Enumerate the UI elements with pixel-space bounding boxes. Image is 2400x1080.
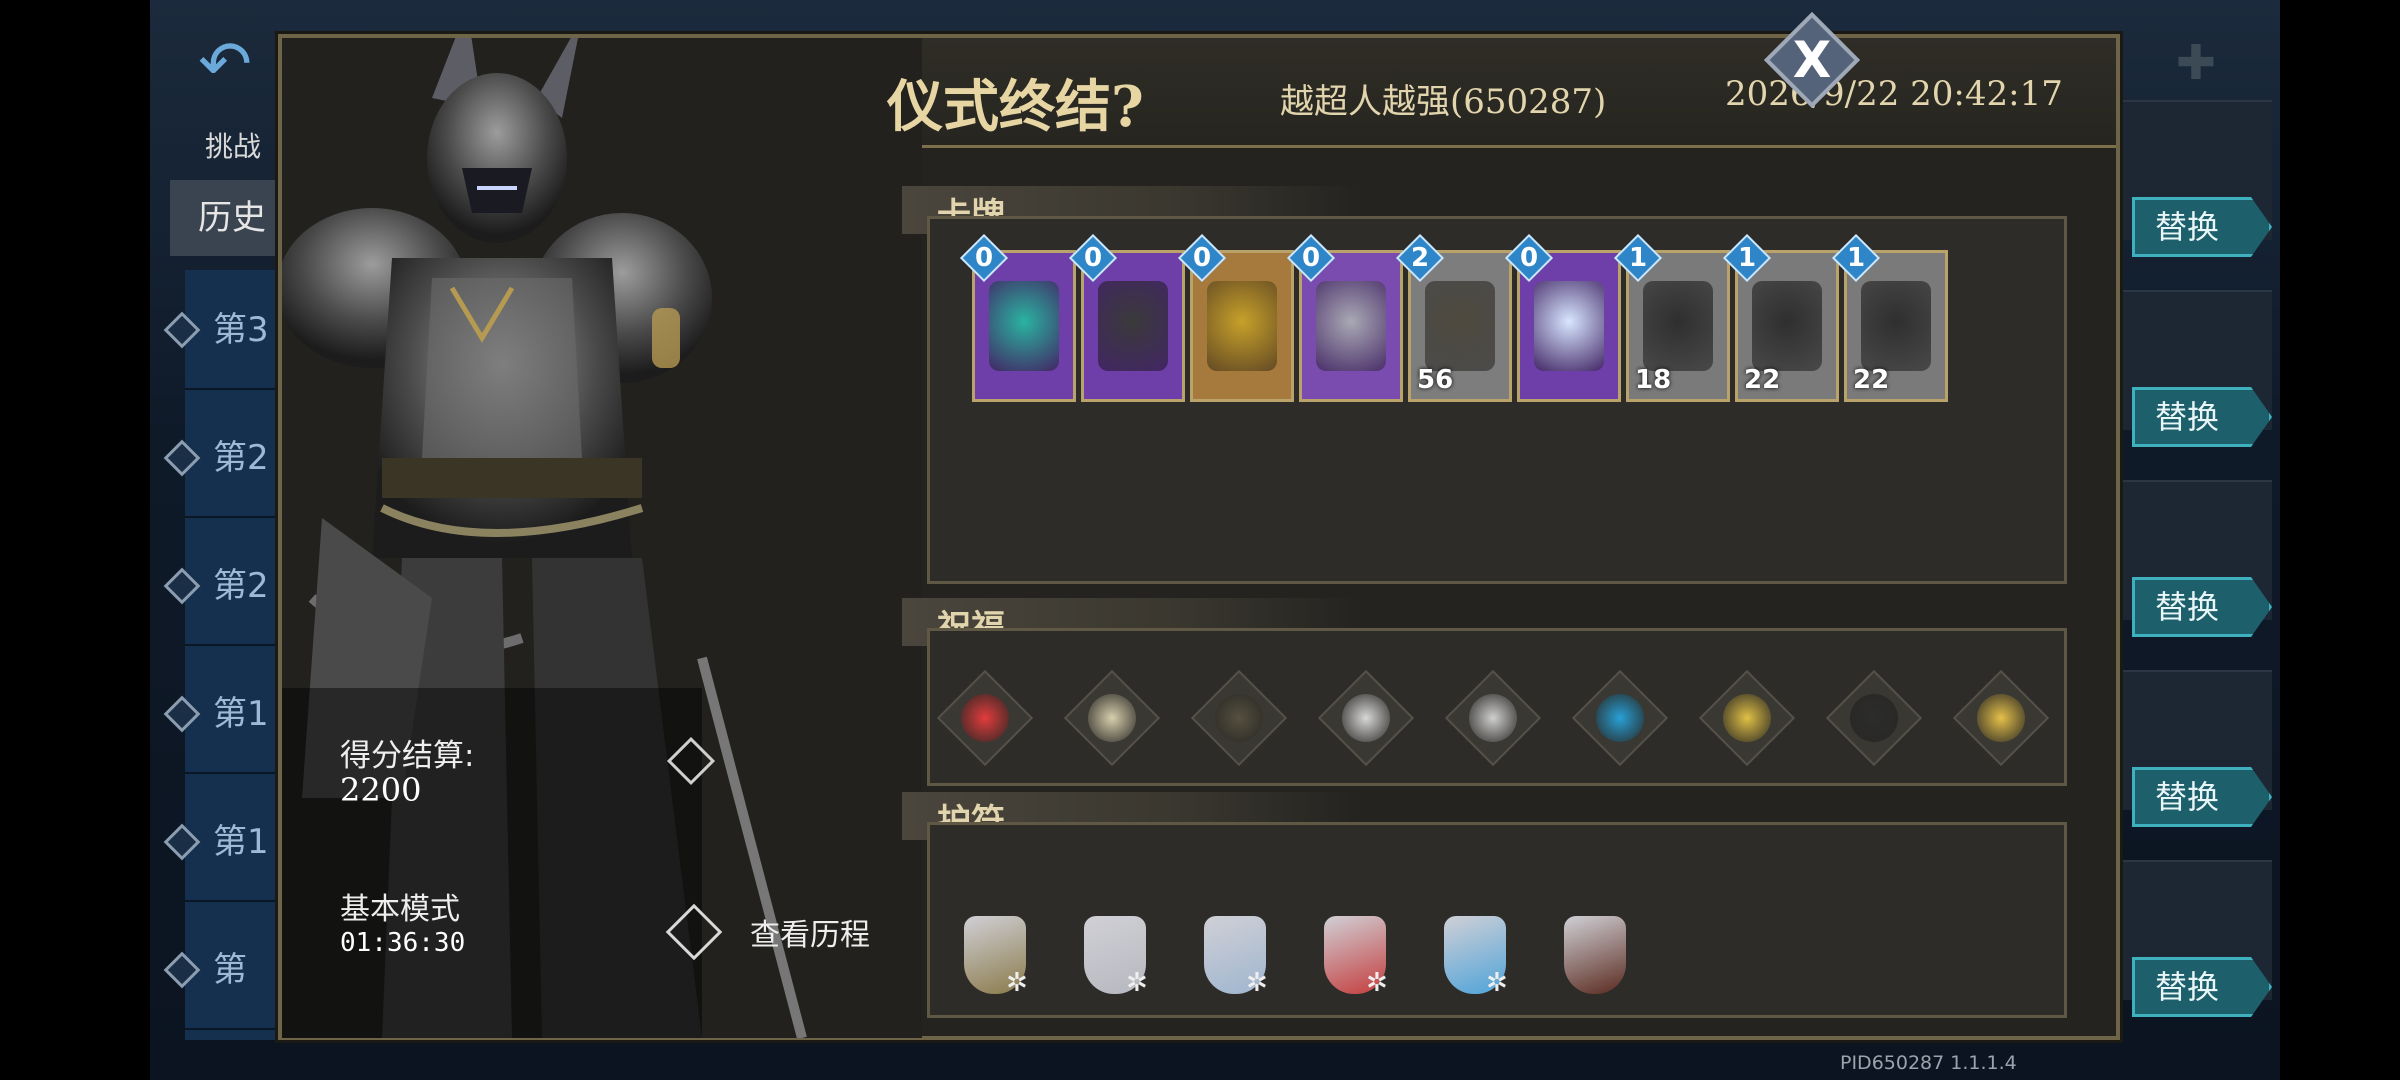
challenge-tab-label[interactable]: 挑战 bbox=[205, 125, 261, 165]
blessing-core bbox=[1088, 694, 1136, 742]
card-item[interactable]: 0 bbox=[959, 233, 1076, 402]
player-name: 越超人越强(650287) bbox=[1280, 82, 1607, 122]
card-art bbox=[1643, 281, 1713, 371]
amulet-shape bbox=[1564, 916, 1626, 994]
compress-arrows-icon: ✲ bbox=[1246, 968, 1268, 998]
red-ring-icon[interactable]: ✲ bbox=[1310, 908, 1400, 1008]
settings-cross-icon[interactable]: ✚ bbox=[2168, 35, 2224, 91]
blessing-core bbox=[961, 694, 1009, 742]
card-cost: 0 bbox=[1301, 243, 1321, 273]
replace-button[interactable]: 替换 bbox=[2132, 957, 2272, 1017]
game-screen: ↶ 挑战 历史 第3 第2 第2 第1 第1 第 ✚ 替换 替换 替换 替换 替… bbox=[0, 0, 2400, 1080]
cracked-egg-icon[interactable] bbox=[1317, 669, 1415, 767]
replace-column: 替换 替换 替换 替换 替换 bbox=[2122, 100, 2272, 1040]
card-art bbox=[1207, 281, 1277, 371]
card-art bbox=[1861, 281, 1931, 371]
compress-arrows-icon: ✲ bbox=[1126, 968, 1148, 998]
card-art bbox=[1534, 281, 1604, 371]
card-item[interactable]: 0 bbox=[1286, 233, 1403, 402]
mode-time: 01:36:30 bbox=[340, 928, 466, 958]
gear-sword-icon[interactable] bbox=[1444, 669, 1542, 767]
blue-horseshoe-icon[interactable]: ✲ bbox=[1430, 908, 1520, 1008]
card-item[interactable]: 1 22 bbox=[1831, 233, 1948, 402]
score-label: 得分结算: bbox=[340, 738, 475, 774]
card-item[interactable]: 0 bbox=[1504, 233, 1621, 402]
blessing-core bbox=[1596, 694, 1644, 742]
card-cost: 0 bbox=[1083, 243, 1103, 273]
blessing-core bbox=[1723, 694, 1771, 742]
history-tab[interactable]: 历史 bbox=[170, 180, 290, 256]
compress-arrows-icon: ✲ bbox=[1486, 968, 1508, 998]
card-cost: 0 bbox=[974, 243, 994, 273]
card-cost: 0 bbox=[1519, 243, 1539, 273]
result-modal: 得分结算: 2200 基本模式 01:36:30 查看历程 仪式终结? 越超人越… bbox=[278, 34, 2120, 1040]
card-art bbox=[1752, 281, 1822, 371]
card-item[interactable]: 1 22 bbox=[1722, 233, 1839, 402]
horseshoe-icon[interactable]: ✲ bbox=[1070, 908, 1160, 1008]
blessing-core bbox=[1469, 694, 1517, 742]
card-item[interactable]: 0 bbox=[1177, 233, 1294, 402]
score-value: 2200 bbox=[340, 771, 422, 809]
blessing-core bbox=[1342, 694, 1390, 742]
card-cost: 1 bbox=[1737, 243, 1757, 273]
close-icon[interactable]: X bbox=[1782, 30, 1842, 90]
card-item[interactable]: 0 bbox=[1068, 233, 1185, 402]
card-count: 56 bbox=[1417, 365, 1454, 395]
card-cost: 0 bbox=[1192, 243, 1212, 273]
mode-label: 基本模式 bbox=[340, 892, 460, 927]
card-art bbox=[989, 281, 1059, 371]
card-item[interactable]: 2 56 bbox=[1395, 233, 1512, 402]
card-cost: 2 bbox=[1410, 243, 1430, 273]
replace-row: 替换 bbox=[2122, 860, 2272, 1017]
lightning-stone-icon[interactable]: ✲ bbox=[1190, 908, 1280, 1008]
replace-button[interactable]: 替换 bbox=[2132, 197, 2272, 257]
modal-title: 仪式终结? bbox=[887, 74, 1144, 140]
card-art bbox=[1425, 281, 1495, 371]
card-art bbox=[1316, 281, 1386, 371]
gold-star-icon[interactable] bbox=[1952, 669, 2050, 767]
blessing-core bbox=[1977, 694, 2025, 742]
card-art bbox=[1098, 281, 1168, 371]
replace-row: 替换 bbox=[2122, 100, 2272, 257]
crystal-icon[interactable] bbox=[1571, 669, 1669, 767]
replace-row: 替换 bbox=[2122, 480, 2272, 637]
knight-character-art: 得分结算: 2200 基本模式 01:36:30 查看历程 bbox=[282, 38, 922, 1038]
blessing-core bbox=[1215, 694, 1263, 742]
card-count: 22 bbox=[1853, 365, 1890, 395]
version-text: PID650287 1.1.1.4 bbox=[1840, 1052, 2017, 1074]
timestamp: 2026/9/22 20:42:17 bbox=[1725, 74, 2063, 114]
replace-row: 替换 bbox=[2122, 670, 2272, 827]
chest-icon[interactable] bbox=[1190, 669, 1288, 767]
compress-arrows-icon: ✲ bbox=[1006, 968, 1028, 998]
crossed-hammers-icon[interactable]: ✲ bbox=[950, 908, 1040, 1008]
replace-button[interactable]: 替换 bbox=[2132, 767, 2272, 827]
card-item[interactable]: 1 18 bbox=[1613, 233, 1730, 402]
view-history-button[interactable]: 查看历程 bbox=[750, 910, 870, 954]
assassin-icon[interactable] bbox=[1825, 669, 1923, 767]
replace-button[interactable]: 替换 bbox=[2132, 387, 2272, 447]
rune-icon[interactable] bbox=[936, 669, 1034, 767]
card-count: 18 bbox=[1635, 365, 1672, 395]
banner-icon[interactable] bbox=[1550, 908, 1640, 1008]
compress-arrows-icon: ✲ bbox=[1366, 968, 1388, 998]
card-cost: 1 bbox=[1846, 243, 1866, 273]
card-cost: 1 bbox=[1628, 243, 1648, 273]
armor-icon[interactable] bbox=[1698, 669, 1796, 767]
figure-icon[interactable] bbox=[1063, 669, 1161, 767]
replace-button[interactable]: 替换 bbox=[2132, 577, 2272, 637]
blessing-core bbox=[1850, 694, 1898, 742]
back-arrow-icon[interactable]: ↶ bbox=[175, 30, 275, 100]
replace-row: 替换 bbox=[2122, 290, 2272, 447]
card-count: 22 bbox=[1744, 365, 1781, 395]
